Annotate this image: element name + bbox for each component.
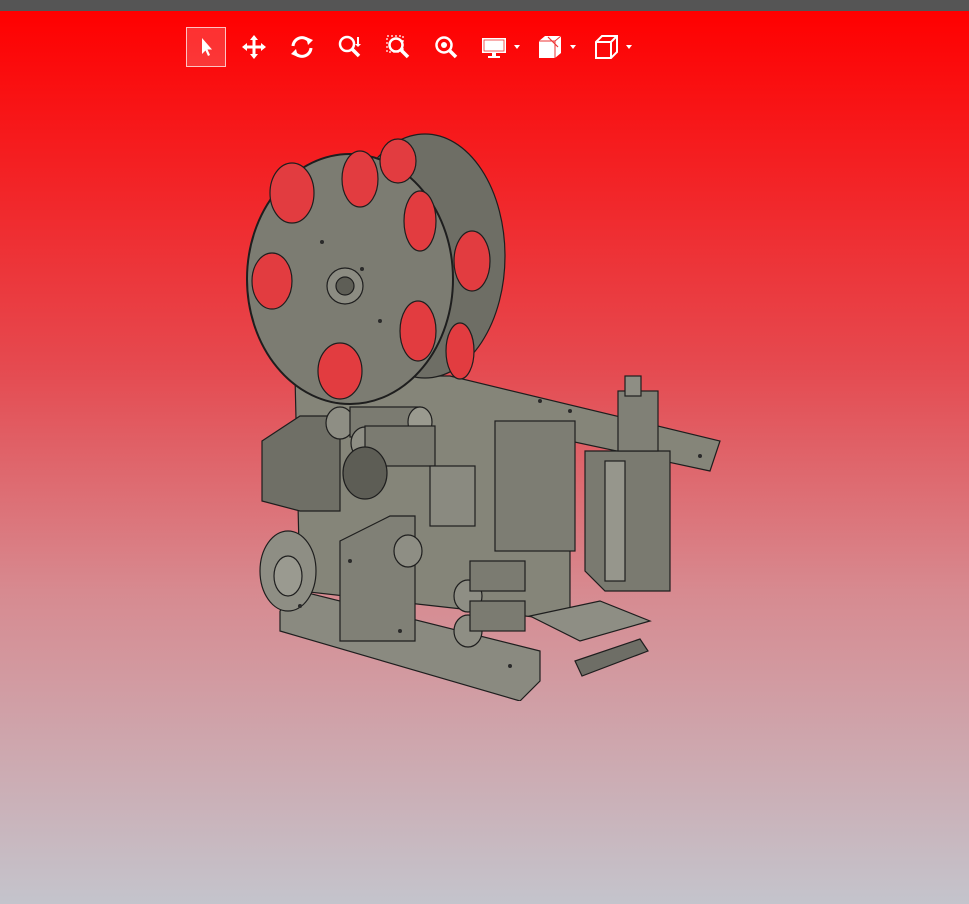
pan-tool-button[interactable]: [234, 27, 274, 67]
zoom-fit-icon: [435, 36, 458, 59]
zoom-area-icon: [338, 35, 361, 58]
zoom-box-button[interactable]: [378, 27, 418, 67]
zoom-box-icon: [386, 35, 410, 59]
vertical-actuator: [584, 450, 671, 592]
select-tool-button[interactable]: [186, 27, 226, 67]
view-cube-icon: [595, 35, 618, 59]
3d-viewport[interactable]: [0, 11, 969, 904]
zoom-area-button[interactable]: [330, 27, 370, 67]
section-view-dropdown[interactable]: [530, 27, 582, 67]
display-monitor-icon: [482, 38, 506, 58]
chevron-down-icon: [626, 45, 632, 49]
rotate-tool-button[interactable]: [282, 27, 322, 67]
view-orientation-dropdown[interactable]: [586, 27, 638, 67]
viewer-toolbar: [186, 27, 642, 67]
pneumatic-cylinder: [574, 638, 649, 677]
zoom-fit-button[interactable]: [426, 27, 466, 67]
chevron-down-icon: [570, 45, 576, 49]
section-view-icon: [539, 35, 562, 58]
pan-move-icon: [242, 35, 266, 59]
chevron-down-icon: [514, 45, 520, 49]
cad-model[interactable]: [240, 121, 730, 701]
window-top-bar: [0, 0, 969, 11]
rotate-icon: [291, 36, 313, 58]
guide-block: [429, 465, 476, 527]
select-arrow-icon: [202, 38, 212, 56]
display-mode-dropdown[interactable]: [474, 27, 526, 67]
